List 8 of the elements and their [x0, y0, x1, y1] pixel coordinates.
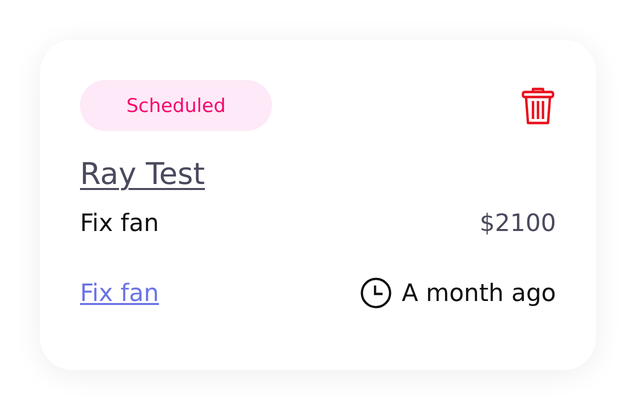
clock-icon	[360, 277, 392, 309]
job-link[interactable]: Fix fan	[80, 279, 159, 307]
customer-link[interactable]: Ray Test	[80, 155, 205, 195]
job-title: Fix fan	[80, 208, 159, 239]
time-ago: A month ago	[402, 279, 556, 307]
status-badge: Scheduled	[80, 80, 272, 131]
trash-icon[interactable]	[521, 86, 555, 124]
job-price: $2100	[480, 208, 556, 239]
